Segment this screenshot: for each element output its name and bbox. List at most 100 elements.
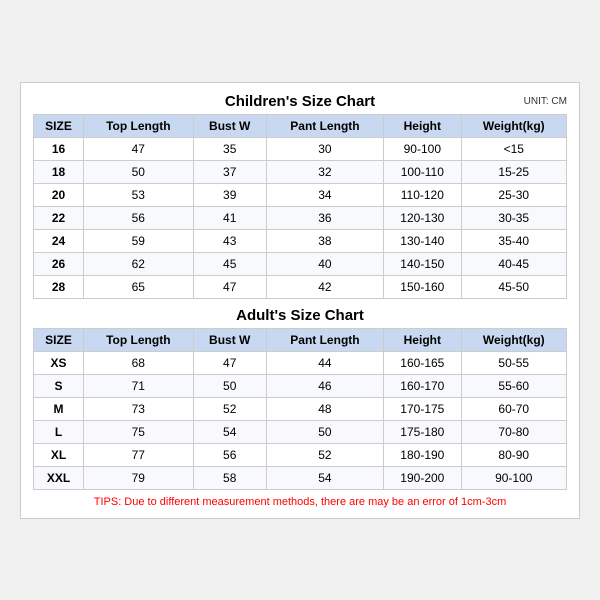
tips-row: TIPS: Due to different measurement metho…	[33, 496, 567, 508]
table-row: XS684744160-16550-55	[34, 351, 567, 374]
table-cell: 41	[193, 206, 266, 229]
table-cell: 175-180	[384, 420, 461, 443]
table-cell: 40	[266, 252, 383, 275]
table-row: S715046160-17055-60	[34, 374, 567, 397]
table-cell: 20	[34, 183, 84, 206]
children-title-row: Children's Size Chart UNIT: CM	[33, 93, 567, 110]
table-cell: 60-70	[461, 397, 566, 420]
table-cell: 25-30	[461, 183, 566, 206]
table-cell: S	[34, 374, 84, 397]
table-cell: 170-175	[384, 397, 461, 420]
table-row: 18503732100-11015-25	[34, 160, 567, 183]
table-row: 28654742150-16045-50	[34, 275, 567, 298]
table-cell: L	[34, 420, 84, 443]
adults-tbody: XS684744160-16550-55S715046160-17055-60M…	[34, 351, 567, 489]
table-cell: M	[34, 397, 84, 420]
table-cell: 150-160	[384, 275, 461, 298]
table-cell: 75	[84, 420, 194, 443]
table-cell: 130-140	[384, 229, 461, 252]
table-cell: 48	[266, 397, 383, 420]
table-cell: 50-55	[461, 351, 566, 374]
adults-header-size: SIZE	[34, 328, 84, 351]
table-cell: 55-60	[461, 374, 566, 397]
table-cell: 70-80	[461, 420, 566, 443]
chart-container: Children's Size Chart UNIT: CM SIZE Top …	[20, 82, 580, 519]
adults-header-pantlength: Pant Length	[266, 328, 383, 351]
table-cell: 16	[34, 137, 84, 160]
table-cell: 52	[266, 443, 383, 466]
table-cell: 43	[193, 229, 266, 252]
children-table: SIZE Top Length Bust W Pant Length Heigh…	[33, 114, 567, 299]
table-row: M735248170-17560-70	[34, 397, 567, 420]
table-cell: 42	[266, 275, 383, 298]
table-cell: 35	[193, 137, 266, 160]
children-header-size: SIZE	[34, 114, 84, 137]
adults-title-row: Adult's Size Chart	[33, 307, 567, 324]
adults-header-height: Height	[384, 328, 461, 351]
adults-header-toplength: Top Length	[84, 328, 194, 351]
table-cell: 68	[84, 351, 194, 374]
children-header-weight: Weight(kg)	[461, 114, 566, 137]
table-cell: 65	[84, 275, 194, 298]
table-cell: 45	[193, 252, 266, 275]
table-cell: 26	[34, 252, 84, 275]
children-tbody: 1647353090-100<1518503732100-11015-25205…	[34, 137, 567, 298]
table-cell: 56	[84, 206, 194, 229]
table-cell: 110-120	[384, 183, 461, 206]
table-row: 26624540140-15040-45	[34, 252, 567, 275]
adults-table: SIZE Top Length Bust W Pant Length Heigh…	[33, 328, 567, 490]
table-row: 24594338130-14035-40	[34, 229, 567, 252]
table-cell: 36	[266, 206, 383, 229]
table-cell: 90-100	[384, 137, 461, 160]
children-header-height: Height	[384, 114, 461, 137]
table-cell: 47	[84, 137, 194, 160]
table-cell: 44	[266, 351, 383, 374]
table-cell: 18	[34, 160, 84, 183]
table-cell: 190-200	[384, 466, 461, 489]
children-header-bustw: Bust W	[193, 114, 266, 137]
table-cell: 59	[84, 229, 194, 252]
table-cell: 56	[193, 443, 266, 466]
table-cell: 28	[34, 275, 84, 298]
table-cell: 50	[193, 374, 266, 397]
table-cell: 79	[84, 466, 194, 489]
table-cell: 120-130	[384, 206, 461, 229]
table-cell: 58	[193, 466, 266, 489]
table-cell: 50	[84, 160, 194, 183]
table-cell: XXL	[34, 466, 84, 489]
table-cell: 40-45	[461, 252, 566, 275]
table-cell: 30-35	[461, 206, 566, 229]
children-title: Children's Size Chart	[225, 93, 375, 110]
table-row: 20533934110-12025-30	[34, 183, 567, 206]
table-cell: 180-190	[384, 443, 461, 466]
children-header-row: SIZE Top Length Bust W Pant Length Heigh…	[34, 114, 567, 137]
table-cell: 46	[266, 374, 383, 397]
table-cell: 140-150	[384, 252, 461, 275]
table-row: 22564136120-13030-35	[34, 206, 567, 229]
table-cell: 34	[266, 183, 383, 206]
table-cell: 54	[193, 420, 266, 443]
adults-header-weight: Weight(kg)	[461, 328, 566, 351]
adults-header-bustw: Bust W	[193, 328, 266, 351]
table-cell: 80-90	[461, 443, 566, 466]
table-cell: 54	[266, 466, 383, 489]
adults-title: Adult's Size Chart	[236, 307, 364, 324]
table-cell: 35-40	[461, 229, 566, 252]
table-cell: 160-165	[384, 351, 461, 374]
table-cell: 71	[84, 374, 194, 397]
table-cell: 50	[266, 420, 383, 443]
table-cell: XS	[34, 351, 84, 374]
unit-label: UNIT: CM	[524, 96, 567, 107]
children-header-pantlength: Pant Length	[266, 114, 383, 137]
table-cell: 45-50	[461, 275, 566, 298]
table-cell: 22	[34, 206, 84, 229]
table-row: L755450175-18070-80	[34, 420, 567, 443]
adults-header-row: SIZE Top Length Bust W Pant Length Heigh…	[34, 328, 567, 351]
table-cell: 77	[84, 443, 194, 466]
table-cell: 90-100	[461, 466, 566, 489]
table-cell: 160-170	[384, 374, 461, 397]
table-cell: 39	[193, 183, 266, 206]
table-cell: 52	[193, 397, 266, 420]
table-cell: 100-110	[384, 160, 461, 183]
table-cell: 32	[266, 160, 383, 183]
